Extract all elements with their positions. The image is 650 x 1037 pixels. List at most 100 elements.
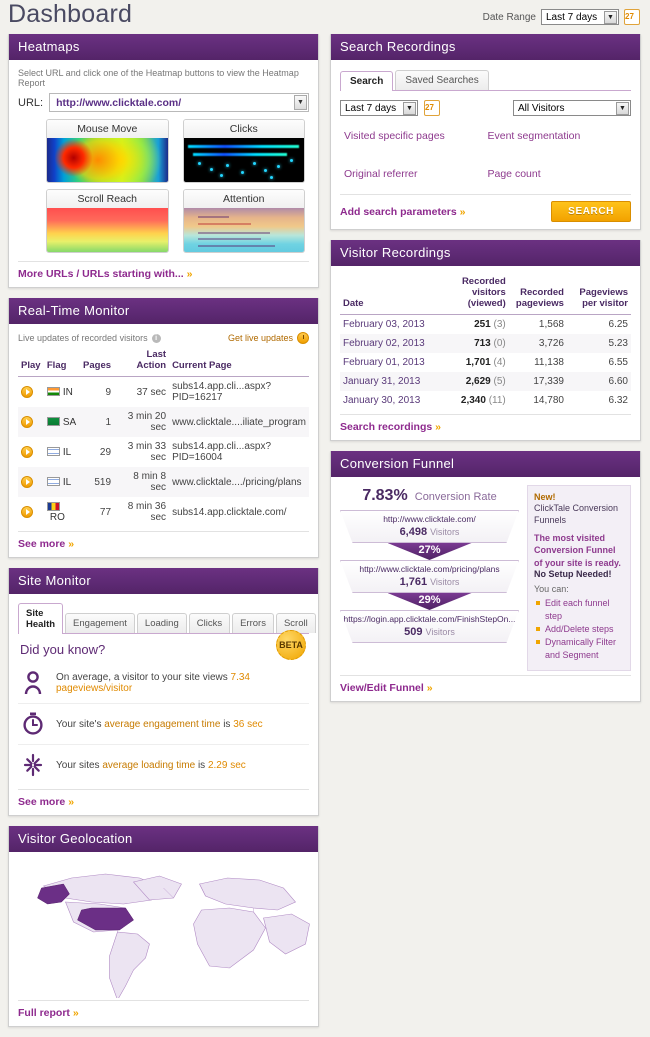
viewed-value: (0) bbox=[494, 338, 506, 349]
heatmap-card-mouse-move[interactable]: Mouse Move bbox=[46, 119, 169, 183]
country-code: IN bbox=[63, 387, 73, 398]
search-recordings-link[interactable]: Search recordings » bbox=[340, 421, 441, 433]
heatmap-card-label: Scroll Reach bbox=[47, 190, 168, 208]
search-button[interactable]: SEARCH bbox=[551, 201, 631, 222]
link-page-count[interactable]: Page count bbox=[488, 168, 632, 180]
col-recorded-visitors: Recorded visitors (viewed) bbox=[439, 274, 509, 315]
table-row[interactable]: January 30, 2013 2,340 (11) 14,780 6.32 bbox=[340, 391, 631, 410]
promo-line1: ClickTale Conversion Funnels bbox=[534, 502, 624, 526]
promo-line3: No Setup Needed! bbox=[534, 569, 624, 579]
table-row[interactable]: February 02, 2013 713 (0) 3,726 5.23 bbox=[340, 334, 631, 353]
tab-saved-searches[interactable]: Saved Searches bbox=[395, 70, 488, 90]
table-row[interactable]: IL 29 3 min 33 sec subs14.app.cli...aspx… bbox=[18, 437, 309, 467]
promo-new-label: New! bbox=[534, 492, 624, 502]
tab-clicks[interactable]: Clicks bbox=[189, 613, 230, 633]
info-icon[interactable]: i bbox=[152, 334, 161, 343]
funnel-step-2[interactable]: http://www.clicktale.com/pricing/plans 1… bbox=[340, 560, 519, 593]
col-recorded-pageviews: Recorded pageviews bbox=[509, 274, 567, 315]
chevron-right-icon: » bbox=[68, 538, 74, 550]
pages-cell: 29 bbox=[80, 437, 114, 467]
heatmap-card-scroll-reach[interactable]: Scroll Reach bbox=[46, 189, 169, 253]
country-code: IL bbox=[63, 447, 71, 458]
play-icon[interactable] bbox=[21, 416, 33, 428]
more-urls-link[interactable]: More URLs / URLs starting with... » bbox=[18, 268, 192, 280]
calendar-icon-day: 27 bbox=[425, 103, 434, 112]
last-action-cell: 8 min 36 sec bbox=[114, 497, 169, 527]
visitors-select[interactable]: All Visitors ▼ bbox=[513, 100, 631, 116]
chevron-right-icon: » bbox=[68, 796, 74, 808]
play-icon[interactable] bbox=[21, 476, 33, 488]
tab-engagement[interactable]: Engagement bbox=[65, 613, 135, 633]
current-page-cell[interactable]: subs14.app.cli...aspx?PID=16217 bbox=[169, 377, 309, 408]
tab-loading[interactable]: Loading bbox=[137, 613, 187, 633]
table-row[interactable]: SA 1 3 min 20 sec www.clicktale....iliat… bbox=[18, 407, 309, 437]
get-live-updates-button[interactable]: Get live updates bbox=[228, 332, 309, 344]
col-pages: Pages bbox=[80, 347, 114, 377]
table-row[interactable]: February 03, 2013 251 (3) 1,568 6.25 bbox=[340, 315, 631, 335]
play-icon[interactable] bbox=[21, 506, 33, 518]
fact-link[interactable]: average engagement time bbox=[104, 719, 220, 730]
play-cell[interactable] bbox=[18, 497, 44, 527]
funnel-step-3[interactable]: https://login.app.clicktale.com/FinishSt… bbox=[340, 610, 519, 643]
col-flag: Flag bbox=[44, 347, 80, 377]
date-cell[interactable]: January 30, 2013 bbox=[340, 391, 439, 410]
world-map[interactable] bbox=[13, 858, 314, 998]
table-row[interactable]: IN 9 37 sec subs14.app.cli...aspx?PID=16… bbox=[18, 377, 309, 408]
fact-text: On average, a visitor to your site views… bbox=[56, 672, 307, 694]
calendar-icon[interactable]: 27 bbox=[624, 9, 640, 25]
url-select[interactable]: http://www.clicktale.com/ ▼ bbox=[49, 93, 309, 112]
visitors-value: 1,701 bbox=[466, 357, 491, 368]
date-cell[interactable]: January 31, 2013 bbox=[340, 372, 439, 391]
play-icon[interactable] bbox=[21, 446, 33, 458]
play-icon[interactable] bbox=[21, 386, 33, 398]
play-cell[interactable] bbox=[18, 437, 44, 467]
see-more-link[interactable]: See more » bbox=[18, 538, 74, 550]
table-row[interactable]: January 31, 2013 2,629 (5) 17,339 6.60 bbox=[340, 372, 631, 391]
link-event-segmentation[interactable]: Event segmentation bbox=[488, 130, 632, 142]
table-row[interactable]: IL 519 8 min 8 sec www.clicktale..../pri… bbox=[18, 467, 309, 497]
visitor-geolocation-panel: Visitor Geolocation bbox=[8, 826, 319, 1027]
see-more-link[interactable]: See more » bbox=[18, 796, 74, 808]
visitors-value: All Visitors bbox=[518, 103, 565, 114]
play-cell[interactable] bbox=[18, 407, 44, 437]
link-original-referrer[interactable]: Original referrer bbox=[344, 168, 488, 180]
tab-search[interactable]: Search bbox=[340, 71, 393, 91]
flag-il-icon bbox=[47, 447, 60, 456]
table-row[interactable]: February 01, 2013 1,701 (4) 11,138 6.55 bbox=[340, 353, 631, 372]
heatmap-card-clicks[interactable]: Clicks bbox=[183, 119, 306, 183]
date-cell[interactable]: February 01, 2013 bbox=[340, 353, 439, 372]
promo-list: Edit each funnel step Add/Delete steps D… bbox=[534, 597, 624, 662]
play-cell[interactable] bbox=[18, 377, 44, 408]
heatmap-card-attention[interactable]: Attention bbox=[183, 189, 306, 253]
date-cell[interactable]: February 03, 2013 bbox=[340, 315, 439, 335]
funnel-step-1[interactable]: http://www.clicktale.com/ 6,498Visitors bbox=[340, 510, 519, 543]
fact-link[interactable]: average loading time bbox=[102, 760, 195, 771]
chevron-down-icon: ▼ bbox=[294, 95, 307, 110]
funnel-step-url: http://www.clicktale.com/pricing/plans bbox=[343, 564, 516, 574]
current-page-cell[interactable]: www.clicktale..../pricing/plans bbox=[169, 467, 309, 497]
calendar-icon[interactable]: 27 bbox=[424, 100, 440, 116]
current-page-cell[interactable]: subs14.app.cli...aspx?PID=16004 bbox=[169, 437, 309, 467]
table-row[interactable]: RO 77 8 min 36 sec subs14.app.clicktale.… bbox=[18, 497, 309, 527]
current-page-cell[interactable]: subs14.app.clicktale.com/ bbox=[169, 497, 309, 527]
funnel-step-url: https://login.app.clicktale.com/FinishSt… bbox=[343, 614, 516, 624]
link-visited-specific-pages[interactable]: Visited specific pages bbox=[344, 130, 488, 142]
col-date: Date bbox=[340, 274, 439, 315]
full-report-link[interactable]: Full report » bbox=[18, 1007, 79, 1019]
tab-site-health[interactable]: Site Health bbox=[18, 603, 63, 634]
search-date-select[interactable]: Last 7 days ▼ bbox=[340, 100, 418, 116]
realtime-table: Play Flag Pages Last Action Current Page… bbox=[18, 347, 309, 527]
tab-errors[interactable]: Errors bbox=[232, 613, 274, 633]
current-page-cell[interactable]: www.clicktale....iliate_program bbox=[169, 407, 309, 437]
view-edit-funnel-link[interactable]: View/Edit Funnel » bbox=[340, 682, 433, 694]
search-recordings-tabs: Search Saved Searches bbox=[340, 70, 631, 91]
col-pageviews-per-visitor: Pageviews per visitor bbox=[567, 274, 631, 315]
funnel-step-visitors: 1,761 bbox=[400, 576, 428, 588]
add-search-parameters-link[interactable]: Add search parameters » bbox=[340, 206, 466, 218]
date-cell[interactable]: February 02, 2013 bbox=[340, 334, 439, 353]
fact-row-engagement: Your site's average engagement time is 3… bbox=[18, 704, 309, 745]
flag-cell: IL bbox=[44, 467, 80, 497]
play-cell[interactable] bbox=[18, 467, 44, 497]
date-range-select[interactable]: Last 7 days ▼ bbox=[541, 9, 619, 25]
funnel-step-box: https://login.app.clicktale.com/FinishSt… bbox=[340, 610, 519, 643]
